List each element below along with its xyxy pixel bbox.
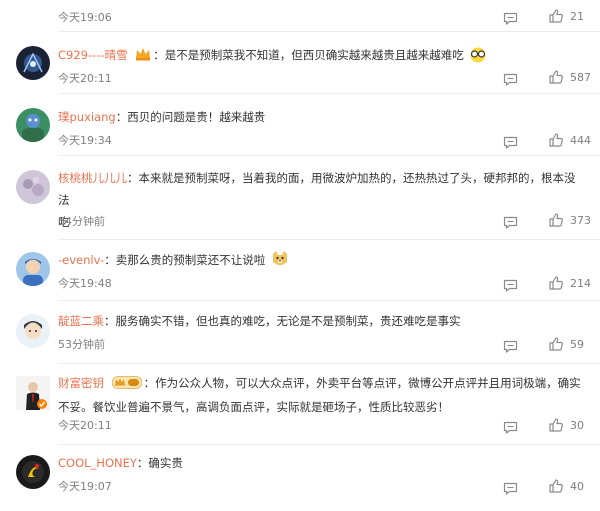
comment-time: 53分钟前	[58, 338, 105, 351]
like-button[interactable]: 40	[548, 478, 584, 494]
reply-icon[interactable]	[503, 419, 518, 434]
like-count: 59	[570, 337, 584, 351]
like-count: 214	[570, 276, 591, 290]
comment-item: C929----晴雪 ：是不是预制菜我不知道，但西贝确实越来越贵且越来越难吃 今…	[0, 32, 600, 92]
reply-icon[interactable]	[503, 338, 518, 353]
thumbs-up-icon	[549, 133, 563, 147]
like-button[interactable]: 373	[548, 212, 591, 228]
comment-time: 54分钟前	[58, 215, 105, 228]
username[interactable]: -evenlv-	[58, 253, 104, 267]
comment-item: 核桃桃儿儿儿：本来就是预制菜呀，当着我的面，用微波炉加热的，还热热过了头，硬邦邦…	[0, 156, 600, 238]
comment-item: -evenlv-：卖那么贵的预制菜还不让说啦 今天19:48 214	[0, 240, 600, 300]
comment-time: 今天19:06	[58, 11, 112, 24]
like-count: 21	[570, 9, 584, 23]
comment-item: COOL_HONEY：确实贵 今天19:07 40	[0, 445, 600, 511]
reply-icon[interactable]	[503, 71, 518, 86]
comment-text: 西贝的问题是贵！越来越贵	[127, 110, 266, 124]
comment-text: 是不是预制菜我不知道，但西贝确实越来越贵且越来越难吃	[164, 48, 464, 62]
like-count: 30	[570, 418, 584, 432]
vip-badge-icon	[111, 374, 143, 396]
glasses-emoji-icon	[469, 47, 487, 70]
username[interactable]: 财富密钥	[58, 376, 104, 390]
username[interactable]: COOL_HONEY	[58, 456, 137, 470]
thumbs-up-icon	[549, 9, 563, 23]
thumbs-up-icon	[549, 479, 563, 493]
reply-icon[interactable]	[503, 10, 518, 25]
comment-list: 今天19:06 21 C929----晴雪 ：是不是预制菜我不知道，但西贝确实越…	[0, 0, 600, 511]
comment-item: 靛蓝二乘：服务确实不错，但也真的难吃，无论是不是预制菜，贵还难吃是事实 53分钟…	[0, 301, 600, 363]
comment-time: 今天19:07	[58, 480, 112, 493]
comment-text: 卖那么贵的预制菜还不让说啦	[115, 253, 266, 267]
like-count: 587	[570, 70, 591, 84]
like-button[interactable]: 214	[548, 275, 591, 291]
avatar[interactable]	[16, 170, 50, 204]
comment-item: 财富密钥 ：作为公众人物，可以大众点评，外卖平台等点评，微博公开点评并且用词极端…	[0, 364, 600, 444]
thumbs-up-icon	[549, 213, 563, 227]
thumbs-up-icon	[549, 276, 563, 290]
like-count: 40	[570, 479, 584, 493]
thumbs-up-icon	[549, 337, 563, 351]
reply-icon[interactable]	[503, 134, 518, 149]
avatar[interactable]	[16, 376, 50, 410]
like-button[interactable]: 30	[548, 417, 584, 433]
comment-time: 今天19:48	[58, 277, 112, 290]
thumbs-up-icon	[549, 70, 563, 84]
reply-icon[interactable]	[503, 277, 518, 292]
doge-emoji-icon	[271, 250, 289, 275]
comment-text: 服务确实不错，但也真的难吃，无论是不是预制菜，贵还难吃是事实	[115, 314, 461, 328]
avatar[interactable]	[16, 108, 50, 142]
like-button[interactable]: 21	[548, 8, 584, 24]
comment-time: 今天20:11	[58, 419, 112, 432]
crown-icon	[135, 46, 151, 68]
like-count: 373	[570, 213, 591, 227]
reply-icon[interactable]	[503, 480, 518, 495]
comment-item: 璞puxiang：西贝的问题是贵！越来越贵 今天19:34 444	[0, 94, 600, 155]
comment-text: 作为公众人物，可以大众点评，外卖平台等点评，微博公开点评并且用词极端，确实	[155, 376, 581, 390]
comment-text: 确实贵	[148, 456, 183, 470]
like-button[interactable]: 587	[548, 69, 591, 85]
like-count: 444	[570, 133, 591, 147]
like-button[interactable]: 444	[548, 132, 591, 148]
comment-time: 今天20:11	[58, 72, 112, 85]
avatar[interactable]	[16, 455, 50, 489]
username[interactable]: C929----晴雪	[58, 48, 128, 62]
username[interactable]: 璞puxiang	[58, 110, 116, 124]
avatar[interactable]	[16, 46, 50, 80]
comment-item: 今天19:06 21	[0, 0, 600, 30]
avatar[interactable]	[16, 314, 50, 348]
comment-text-continued: 不妥。餐饮业普遍不景气，高调负面点评，实际就是砸场子，性质比较恶劣！	[58, 400, 449, 414]
username[interactable]: 靛蓝二乘	[58, 314, 104, 328]
like-button[interactable]: 59	[548, 336, 584, 352]
avatar[interactable]	[16, 252, 50, 286]
thumbs-up-icon	[549, 418, 563, 432]
username[interactable]: 核桃桃儿儿儿	[58, 171, 127, 185]
comment-time: 今天19:34	[58, 134, 112, 147]
reply-icon[interactable]	[503, 214, 518, 229]
